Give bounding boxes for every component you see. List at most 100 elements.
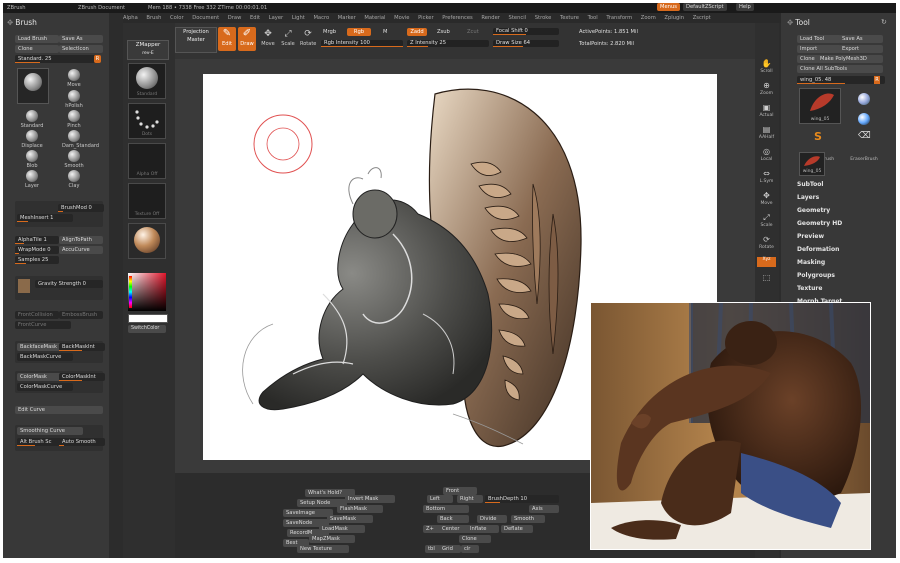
hue-strip[interactable] [129,276,132,308]
lsym-button[interactable]: ⇔ L.Sym [757,169,776,187]
gravity-strength-slider[interactable]: Gravity Strength 0 [35,280,103,288]
auto-smooth-slider[interactable]: Auto Smooth [59,438,105,446]
back-mask-int-slider[interactable]: BackMaskInt [59,343,105,351]
menu-document[interactable]: Document [192,15,219,21]
brush-depth-slider[interactable]: BrushDepth 10 [485,495,559,503]
tool-r-button[interactable]: R [874,76,880,84]
load-tool-button[interactable]: Load Tool [797,35,841,43]
local-button[interactable]: ◎ Local [757,147,776,165]
masking-section[interactable]: Masking [797,259,825,266]
zcut-toggle[interactable]: Zcut [467,29,479,35]
polish-brush-icon[interactable] [68,90,80,102]
front-collision-button[interactable]: FrontCollision [15,311,59,319]
front-view-button[interactable]: Front [443,487,477,495]
z-intensity-slider[interactable]: Z Intensity 25 [407,40,489,47]
subtool-section[interactable]: SubTool [797,181,823,188]
brush-r-button[interactable]: R [94,55,101,63]
stroke-thumb[interactable]: Dots [128,103,166,139]
scale-view-button[interactable]: ⤢ Scale [757,213,776,231]
bottom-view-button[interactable]: Bottom [423,505,469,513]
menu-edit[interactable]: Edit [250,15,260,21]
alpha-thumb[interactable]: Alpha Off [128,143,166,179]
current-brush-slider[interactable]: Standard. 25 [15,55,97,63]
zadd-toggle[interactable]: Zadd [407,28,427,36]
clone-bottom-button[interactable]: Clone [459,535,491,543]
save-mask-button[interactable]: SaveMask [327,515,373,523]
edit-curve-button[interactable]: Edit Curve [15,406,103,414]
backface-mask-button[interactable]: BackfaceMask [17,343,61,351]
menu-light[interactable]: Light [292,15,305,21]
menu-stroke[interactable]: Stroke [535,15,552,21]
color-picker[interactable] [128,273,166,311]
menu-preferences[interactable]: Preferences [442,15,473,21]
move-mode-button[interactable]: ✥ Move [260,27,276,51]
tool-thumb[interactable]: wing_05 [799,88,841,124]
brush-mod-slider[interactable]: BrushMod 0 [58,204,104,212]
menu-zoom[interactable]: Zoom [641,15,656,21]
emboss-brush-button[interactable]: EmbossBrush [59,311,103,319]
clay-brush-icon[interactable] [68,170,80,182]
grid-button[interactable]: Grid [439,545,461,553]
rotate-view-button[interactable]: ⟳ Rotate [757,235,776,253]
export-button[interactable]: Export [839,45,883,53]
layer-brush-icon[interactable] [26,170,38,182]
xyz-toggle[interactable]: Xyz [757,257,776,267]
load-mask-button[interactable]: LoadMask [319,525,365,533]
m-toggle[interactable]: M [383,29,387,35]
clone-button[interactable]: Clone [15,45,59,53]
map-zmask-button[interactable]: MapZMask [309,535,355,543]
tool-thumb[interactable]: ⌫ EraserBrush [843,128,885,164]
menu-render[interactable]: Render [481,15,499,21]
flash-mask-button[interactable]: FlashMask [337,505,383,513]
default-zscript-button[interactable]: DefaultZScript [683,3,727,11]
dam-standard-brush-icon[interactable] [68,130,80,142]
refresh-icon[interactable]: ↻ [881,18,887,26]
deformation-section[interactable]: Deformation [797,246,839,253]
color-mask-button[interactable]: ColorMask [17,373,61,381]
divide-button[interactable]: Divide [477,515,507,523]
menus-button[interactable]: Menus [657,3,680,11]
align-to-path-button[interactable]: AlignToPath [59,236,103,244]
tool-thumb[interactable]: wing_05 [799,152,825,176]
menu-movie[interactable]: Movie [394,15,409,21]
scroll-button[interactable]: ✋ Scroll [757,59,776,77]
load-brush-button[interactable]: Load Brush [15,35,59,43]
wrap-mode-slider[interactable]: WrapMode 0 [15,246,59,254]
clone-all-subtools-button[interactable]: Clone All SubTools [797,65,883,73]
current-tool-slider[interactable]: wing_05. 48 [797,76,885,84]
focal-shift-slider[interactable]: Focal Shift 0 [493,28,559,35]
draw-mode-button[interactable]: ✐ Draw [238,27,256,51]
displace-brush-icon[interactable] [26,130,38,142]
help-button[interactable]: Help [736,3,754,11]
menu-tool[interactable]: Tool [588,15,598,21]
menu-color[interactable]: Color [170,15,184,21]
move-brush-icon[interactable] [68,69,80,81]
menu-layer[interactable]: Layer [269,15,283,21]
menu-alpha[interactable]: Alpha [123,15,138,21]
samples-slider[interactable]: Samples 25 [15,256,59,264]
back-mask-curve-button[interactable]: BackMaskCurve [17,353,73,361]
alpha-tile-slider[interactable]: AlphaTile 1 [15,236,59,244]
tool-save-as-button[interactable]: Save As [839,35,883,43]
alt-brush-slider[interactable]: Alt Brush Sc [17,438,61,446]
rotate-mode-button[interactable]: ⟳ Rotate [300,27,316,51]
menu-picker[interactable]: Picker [418,15,433,21]
scale-mode-button[interactable]: ⤢ Scale [280,27,296,51]
front-curve-button[interactable]: FrontCurve [15,321,71,329]
material-thumb[interactable] [128,223,166,259]
save-image-button[interactable]: SaveImage [283,509,333,517]
select-icon-button[interactable]: SelectIcon [59,45,103,53]
accu-curve-button[interactable]: AccuCurve [59,246,103,254]
zsub-toggle[interactable]: Zsub [437,29,450,35]
move-handle-icon[interactable]: ✥ [7,18,13,27]
color-mask-curve-button[interactable]: ColorMaskCurve [17,383,73,391]
pinch-brush-icon[interactable] [68,110,80,122]
menu-marker[interactable]: Marker [338,15,356,21]
frame-button[interactable]: ⬚ [757,273,776,291]
polygroups-section[interactable]: Polygroups [797,272,835,279]
inflate-button[interactable]: Inflate [467,525,499,533]
menu-transform[interactable]: Transform [606,15,632,21]
smooth-button[interactable]: Smooth [511,515,545,523]
new-texture-button[interactable]: New Texture [297,545,349,553]
geometry-section[interactable]: Geometry [797,207,830,214]
